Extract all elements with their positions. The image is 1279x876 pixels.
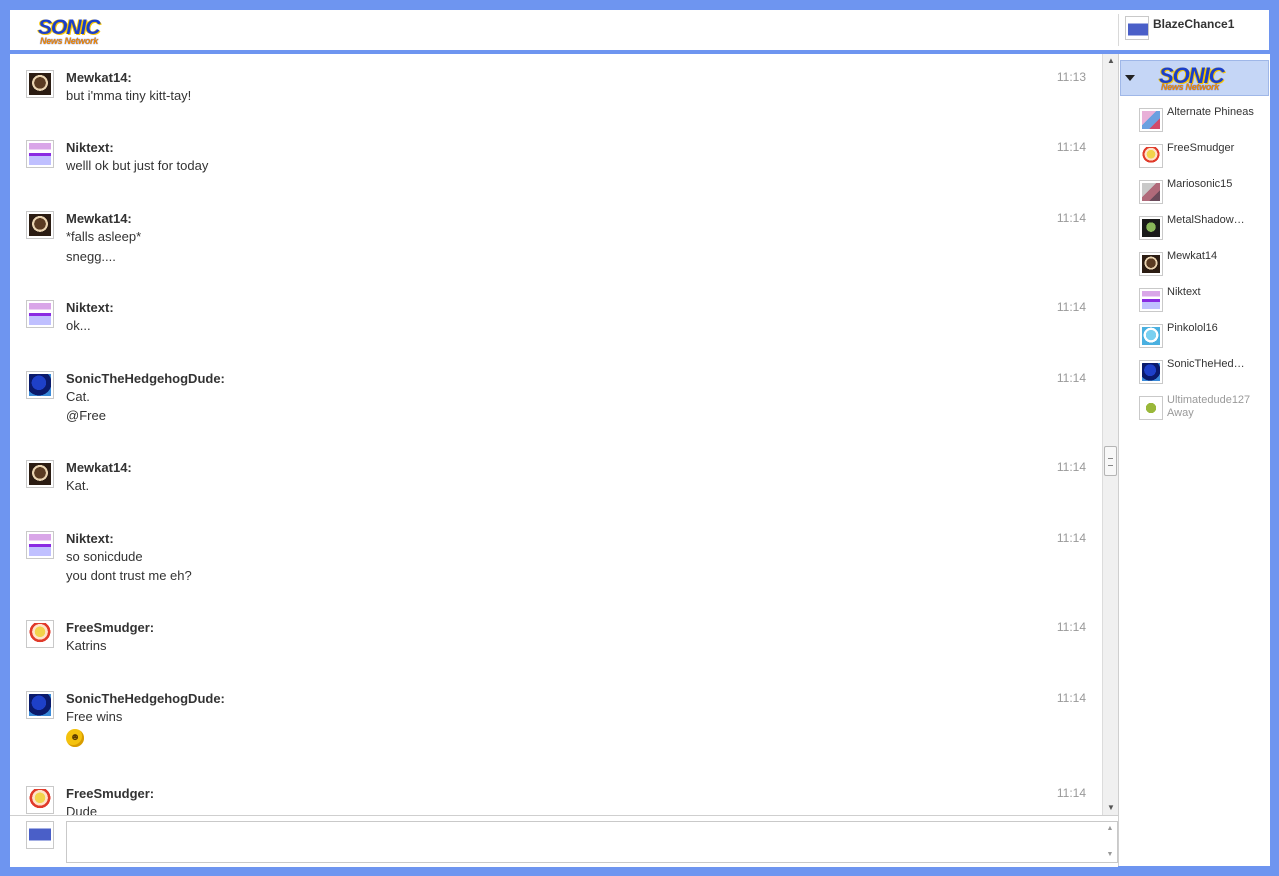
current-user-avatar xyxy=(1125,16,1149,40)
chat-scrollbar[interactable]: ▲ ▼ xyxy=(1102,54,1119,815)
user-status: Away xyxy=(1167,407,1194,419)
user-name: Mewkat14 xyxy=(1167,250,1218,262)
user-list-item[interactable]: Alternate Phineas xyxy=(1119,106,1270,140)
current-user[interactable]: BlazeChance1 xyxy=(1118,14,1269,46)
user-avatar xyxy=(1139,180,1163,204)
message-sender[interactable]: Mewkat14: xyxy=(66,211,132,226)
message-composer: ▲ ▼ xyxy=(10,815,1118,867)
room-header[interactable]: SONIC News Network xyxy=(1120,60,1269,96)
message-text: @Free xyxy=(66,408,106,423)
input-scrollbar[interactable]: ▲ ▼ xyxy=(1102,822,1116,862)
user-list-item[interactable]: FreeSmudger xyxy=(1119,142,1270,176)
freesmudger-avatar[interactable] xyxy=(26,620,54,648)
message-text: welll ok but just for today xyxy=(66,158,209,173)
user-name: Alternate Phineas xyxy=(1167,106,1254,118)
niktext-avatar[interactable] xyxy=(26,531,54,559)
tongue-emoji-icon: ☻ xyxy=(66,729,84,747)
message-sender[interactable]: FreeSmudger: xyxy=(66,620,154,635)
message-text: you dont trust me eh? xyxy=(66,568,192,583)
message-sender[interactable]: Niktext: xyxy=(66,140,114,155)
message-time: 11:14 xyxy=(1056,300,1086,314)
current-user-name: BlazeChance1 xyxy=(1153,17,1235,31)
message-text: but i'mma tiny kitt-tay! xyxy=(66,88,192,103)
user-list-item[interactable]: Pinkolol16 xyxy=(1119,322,1270,356)
message-sender[interactable]: Niktext: xyxy=(66,300,114,315)
message-time: 11:14 xyxy=(1056,371,1086,385)
scroll-up-icon[interactable]: ▲ xyxy=(1103,54,1119,68)
message-time: 11:14 xyxy=(1056,140,1086,154)
message-text: Cat. xyxy=(66,389,90,404)
mewkat-avatar[interactable] xyxy=(26,70,54,98)
sonic-avatar[interactable] xyxy=(26,691,54,719)
message-text: Kat. xyxy=(66,478,90,493)
user-list-item[interactable]: Ultimatedude127 Away xyxy=(1119,394,1270,428)
message-text: so sonicdude xyxy=(66,549,143,564)
user-list: SONIC News Network Alternate Phineas Fre… xyxy=(1118,54,1270,866)
message-sender[interactable]: Niktext: xyxy=(66,531,114,546)
message-time: 11:14 xyxy=(1056,531,1086,545)
freesmudger-avatar[interactable] xyxy=(26,786,54,814)
user-name: Ultimatedude127 xyxy=(1167,394,1251,406)
message-text: Katrins xyxy=(66,638,107,653)
message-time: 11:13 xyxy=(1056,70,1086,84)
message-time: 11:14 xyxy=(1056,691,1086,705)
message-time: 11:14 xyxy=(1056,786,1086,800)
user-avatar xyxy=(1139,360,1163,384)
scroll-down-icon[interactable]: ▼ xyxy=(1102,848,1118,862)
user-list-item[interactable]: Mewkat14 xyxy=(1119,250,1270,284)
chat-window: SONIC News Network BlazeChance1 Mewkat14… xyxy=(10,10,1270,867)
sonic-avatar[interactable] xyxy=(26,371,54,399)
scroll-thumb[interactable] xyxy=(1104,446,1117,476)
user-name: Mariosonic15 xyxy=(1167,178,1233,190)
user-avatar xyxy=(1139,252,1163,276)
header: SONIC News Network BlazeChance1 xyxy=(10,10,1269,50)
user-name: SonicTheHed… xyxy=(1167,358,1245,370)
site-logo[interactable]: SONIC News Network xyxy=(38,16,110,48)
user-list-item[interactable]: Mariosonic15 xyxy=(1119,178,1270,212)
collapse-triangle-icon[interactable] xyxy=(1125,75,1135,81)
message-sender[interactable]: Mewkat14: xyxy=(66,70,132,85)
message-text: *falls asleep* xyxy=(66,229,142,244)
user-list-item[interactable]: Niktext xyxy=(1119,286,1270,320)
message-time: 11:14 xyxy=(1056,211,1086,225)
user-avatar xyxy=(1139,144,1163,168)
message-text: snegg.... xyxy=(66,249,116,264)
user-name: FreeSmudger xyxy=(1167,142,1235,154)
niktext-avatar[interactable] xyxy=(26,140,54,168)
message-text: Dude xyxy=(66,804,98,815)
user-avatar xyxy=(1139,216,1163,240)
niktext-avatar[interactable] xyxy=(26,300,54,328)
user-name: Niktext xyxy=(1167,286,1201,298)
room-logo: SONIC News Network xyxy=(1159,63,1225,92)
scroll-up-icon[interactable]: ▲ xyxy=(1102,822,1118,836)
message-time: 11:14 xyxy=(1056,460,1086,474)
user-avatar xyxy=(1139,324,1163,348)
message-text: Free wins xyxy=(66,709,123,724)
user-name: Pinkolol16 xyxy=(1167,322,1218,334)
message-sender[interactable]: Mewkat14: xyxy=(66,460,132,475)
scroll-down-icon[interactable]: ▼ xyxy=(1103,801,1119,815)
mewkat-avatar[interactable] xyxy=(26,211,54,239)
message-sender[interactable]: SonicTheHedgehogDude: xyxy=(66,371,225,386)
mewkat-avatar[interactable] xyxy=(26,460,54,488)
user-avatar xyxy=(1139,396,1163,420)
message-text: ok... xyxy=(66,318,91,333)
user-list-item[interactable]: SonicTheHed… xyxy=(1119,358,1270,392)
message-time: 11:14 xyxy=(1056,620,1086,634)
message-input[interactable] xyxy=(66,821,1118,863)
chat-log: Mewkat14: but i'mma tiny kitt-tay! 11:13… xyxy=(10,54,1118,815)
current-user-avatar xyxy=(26,821,54,849)
message-sender[interactable]: FreeSmudger: xyxy=(66,786,154,801)
user-avatar xyxy=(1139,288,1163,312)
user-avatar xyxy=(1139,108,1163,132)
user-name: MetalShadow… xyxy=(1167,214,1245,226)
user-list-item[interactable]: MetalShadow… xyxy=(1119,214,1270,248)
message-sender[interactable]: SonicTheHedgehogDude: xyxy=(66,691,225,706)
